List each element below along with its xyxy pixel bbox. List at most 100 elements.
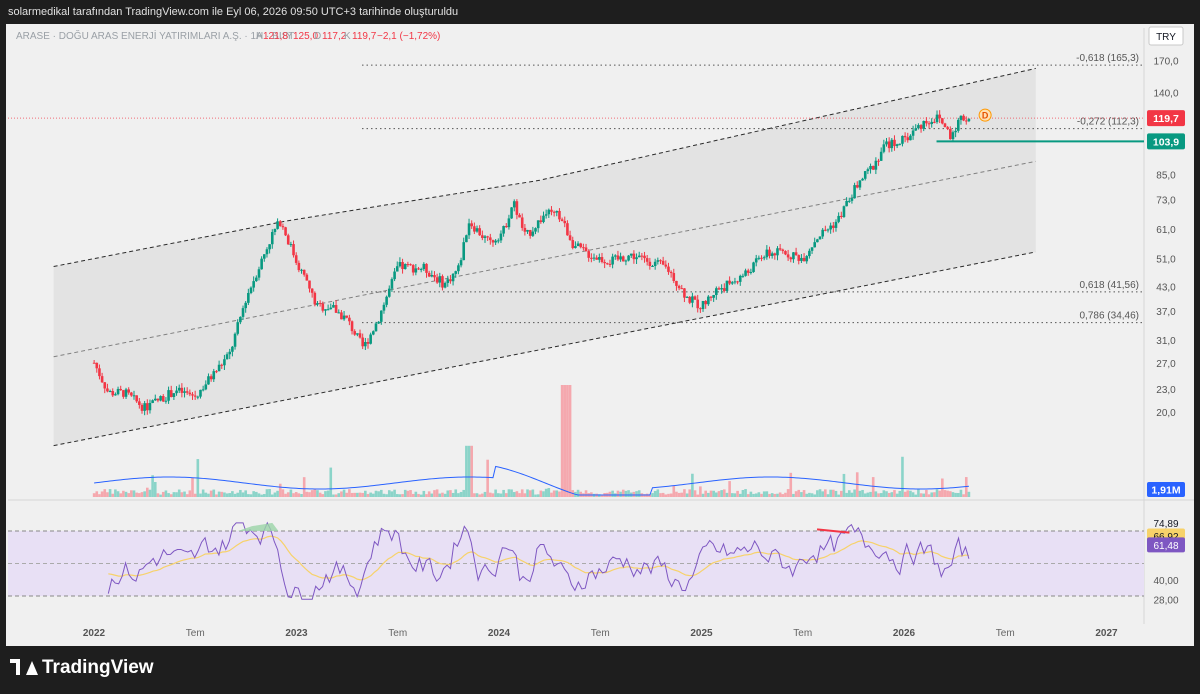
candle-body[interactable] bbox=[632, 253, 636, 260]
candle-body[interactable] bbox=[515, 201, 519, 215]
candle-body[interactable] bbox=[270, 232, 274, 245]
candle-body[interactable] bbox=[645, 258, 649, 262]
candle-body[interactable] bbox=[403, 264, 407, 270]
candle-body[interactable] bbox=[244, 302, 247, 309]
candle-body[interactable] bbox=[925, 120, 928, 124]
candle-body[interactable] bbox=[443, 282, 447, 288]
candle-body[interactable] bbox=[377, 321, 380, 324]
candle-body[interactable] bbox=[959, 115, 963, 120]
candle-body[interactable] bbox=[691, 296, 694, 303]
candle-body[interactable] bbox=[717, 288, 721, 290]
candle-body[interactable] bbox=[701, 300, 705, 310]
candle-body[interactable] bbox=[738, 275, 742, 282]
candle-body[interactable] bbox=[555, 210, 559, 213]
candle-body[interactable] bbox=[409, 264, 412, 266]
candle-body[interactable] bbox=[733, 281, 737, 283]
candle-body[interactable] bbox=[637, 255, 641, 258]
candle-body[interactable] bbox=[369, 334, 372, 344]
candle-body[interactable] bbox=[757, 257, 761, 259]
candle-body[interactable] bbox=[531, 231, 535, 236]
candle-body[interactable] bbox=[834, 221, 838, 228]
candle-body[interactable] bbox=[715, 288, 718, 296]
candle-body[interactable] bbox=[398, 262, 402, 267]
candle-body[interactable] bbox=[547, 209, 551, 215]
candle-body[interactable] bbox=[810, 247, 814, 251]
candle-body[interactable] bbox=[382, 304, 386, 311]
candle-body[interactable] bbox=[887, 141, 891, 149]
candle-body[interactable] bbox=[358, 333, 362, 338]
candle-body[interactable] bbox=[526, 229, 529, 232]
candle-body[interactable] bbox=[784, 251, 787, 255]
candle-body[interactable] bbox=[143, 403, 146, 411]
candle-body[interactable] bbox=[122, 390, 125, 397]
candle-body[interactable] bbox=[268, 244, 271, 250]
candle-body[interactable] bbox=[164, 400, 168, 402]
candle-body[interactable] bbox=[582, 247, 585, 249]
candle-body[interactable] bbox=[536, 220, 540, 229]
candle-body[interactable] bbox=[563, 220, 567, 224]
candle-body[interactable] bbox=[712, 295, 715, 298]
candle-body[interactable] bbox=[680, 288, 684, 290]
candle-body[interactable] bbox=[361, 337, 364, 347]
candle-body[interactable] bbox=[292, 244, 295, 256]
candle-body[interactable] bbox=[300, 269, 303, 271]
candle-body[interactable] bbox=[667, 266, 670, 272]
candle-body[interactable] bbox=[438, 276, 442, 283]
candle-body[interactable] bbox=[496, 240, 500, 242]
candle-body[interactable] bbox=[273, 228, 277, 233]
candle-body[interactable] bbox=[675, 280, 678, 286]
candle-body[interactable] bbox=[576, 243, 580, 247]
candle-body[interactable] bbox=[454, 271, 458, 274]
candle-body[interactable] bbox=[470, 223, 473, 227]
candle-body[interactable] bbox=[337, 312, 341, 314]
candle-body[interactable] bbox=[204, 384, 208, 390]
candle-body[interactable] bbox=[797, 255, 801, 261]
candle-body[interactable] bbox=[411, 265, 415, 273]
candle-body[interactable] bbox=[201, 389, 205, 391]
candle-body[interactable] bbox=[584, 247, 588, 252]
candle-body[interactable] bbox=[858, 180, 862, 188]
candle-body[interactable] bbox=[286, 235, 290, 245]
candle-body[interactable] bbox=[616, 255, 620, 260]
candle-body[interactable] bbox=[313, 292, 317, 305]
candle-body[interactable] bbox=[406, 264, 410, 266]
candle-body[interactable] bbox=[332, 305, 335, 308]
candle-body[interactable] bbox=[781, 249, 785, 252]
candle-body[interactable] bbox=[523, 227, 527, 232]
candle-body[interactable] bbox=[946, 127, 949, 130]
candle-body[interactable] bbox=[935, 114, 939, 123]
candle-body[interactable] bbox=[146, 403, 149, 411]
candle-body[interactable] bbox=[241, 308, 245, 317]
candle-body[interactable] bbox=[709, 296, 713, 298]
candle-body[interactable] bbox=[153, 398, 157, 401]
candle-body[interactable] bbox=[967, 118, 971, 122]
candle-body[interactable] bbox=[135, 395, 138, 402]
candle-body[interactable] bbox=[704, 300, 707, 305]
candle-body[interactable] bbox=[305, 274, 309, 281]
candle-body[interactable] bbox=[879, 151, 883, 161]
candle-body[interactable] bbox=[191, 394, 194, 396]
candle-body[interactable] bbox=[356, 333, 359, 335]
candle-body[interactable] bbox=[196, 396, 200, 398]
candle-body[interactable] bbox=[478, 228, 481, 236]
candle-body[interactable] bbox=[882, 144, 886, 152]
candle-body[interactable] bbox=[209, 376, 213, 380]
candle-body[interactable] bbox=[818, 236, 822, 240]
candle-body[interactable] bbox=[425, 263, 428, 273]
candle-body[interactable] bbox=[890, 139, 894, 149]
candle-body[interactable] bbox=[808, 250, 811, 257]
candle-body[interactable] bbox=[401, 262, 404, 270]
candle-body[interactable] bbox=[590, 257, 593, 259]
candle-body[interactable] bbox=[693, 296, 697, 300]
candle-body[interactable] bbox=[850, 198, 854, 201]
candle-body[interactable] bbox=[326, 309, 330, 311]
candle-body[interactable] bbox=[845, 200, 848, 207]
candle-body[interactable] bbox=[653, 261, 657, 266]
candle-body[interactable] bbox=[247, 292, 250, 303]
candle-body[interactable] bbox=[494, 240, 497, 243]
candle-body[interactable] bbox=[499, 233, 503, 241]
candle-body[interactable] bbox=[289, 244, 293, 246]
candle-body[interactable] bbox=[933, 121, 936, 123]
candle-body[interactable] bbox=[606, 263, 609, 265]
candle-body[interactable] bbox=[510, 207, 513, 219]
